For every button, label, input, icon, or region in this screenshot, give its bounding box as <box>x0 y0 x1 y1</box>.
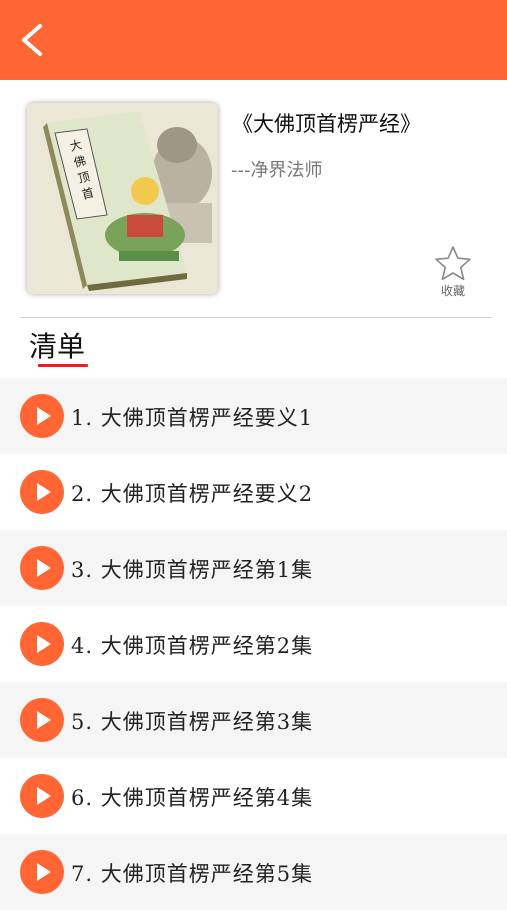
star-icon <box>435 246 471 281</box>
back-button[interactable] <box>12 20 52 60</box>
play-icon[interactable] <box>20 546 64 590</box>
play-icon[interactable] <box>20 774 64 818</box>
favorite-label: 收藏 <box>440 284 465 298</box>
track-row-2[interactable]: 2. 大佛顶首楞严经要义2 <box>0 454 507 530</box>
track-label: 6. 大佛顶首楞严经第4集 <box>71 786 314 810</box>
album-author: ---净界法师 <box>231 160 323 181</box>
track-label: 5. 大佛顶首楞严经第3集 <box>71 710 314 734</box>
chevron-left-icon <box>22 24 42 56</box>
track-label: 4. 大佛顶首楞严经第2集 <box>71 634 314 658</box>
track-label: 1. 大佛顶首楞严经要义1 <box>71 406 314 430</box>
track-label: 3. 大佛顶首楞严经第1集 <box>71 558 314 582</box>
track-label: 2. 大佛顶首楞严经要义2 <box>71 482 314 506</box>
favorite-button[interactable]: 收藏 <box>430 245 476 303</box>
list-heading: 清单 <box>29 330 86 363</box>
top-app-bar <box>0 0 507 80</box>
track-row-6[interactable]: 6. 大佛顶首楞严经第4集 <box>0 758 507 834</box>
track-row-7[interactable]: 7. 大佛顶首楞严经第5集 <box>0 834 507 910</box>
play-icon[interactable] <box>20 470 64 514</box>
divider <box>20 317 492 318</box>
track-list: 1. 大佛顶首楞严经要义1 2. 大佛顶首楞严经要义2 3. 大佛顶首楞严经第1… <box>0 378 507 910</box>
track-label: 7. 大佛顶首楞严经第5集 <box>71 862 314 886</box>
track-row-5[interactable]: 5. 大佛顶首楞严经第3集 <box>0 682 507 758</box>
play-icon[interactable] <box>20 850 64 894</box>
track-row-3[interactable]: 3. 大佛顶首楞严经第1集 <box>0 530 507 606</box>
album-title: 《大佛顶首楞严经》 <box>232 112 421 136</box>
play-icon[interactable] <box>20 394 64 438</box>
play-icon[interactable] <box>20 698 64 742</box>
track-row-4[interactable]: 4. 大佛顶首楞严经第2集 <box>0 606 507 682</box>
list-heading-underline <box>38 364 88 367</box>
play-icon[interactable] <box>20 622 64 666</box>
track-row-1[interactable]: 1. 大佛顶首楞严经要义1 <box>0 378 507 454</box>
album-cover-image: 大 佛 顶 首 <box>27 103 218 294</box>
